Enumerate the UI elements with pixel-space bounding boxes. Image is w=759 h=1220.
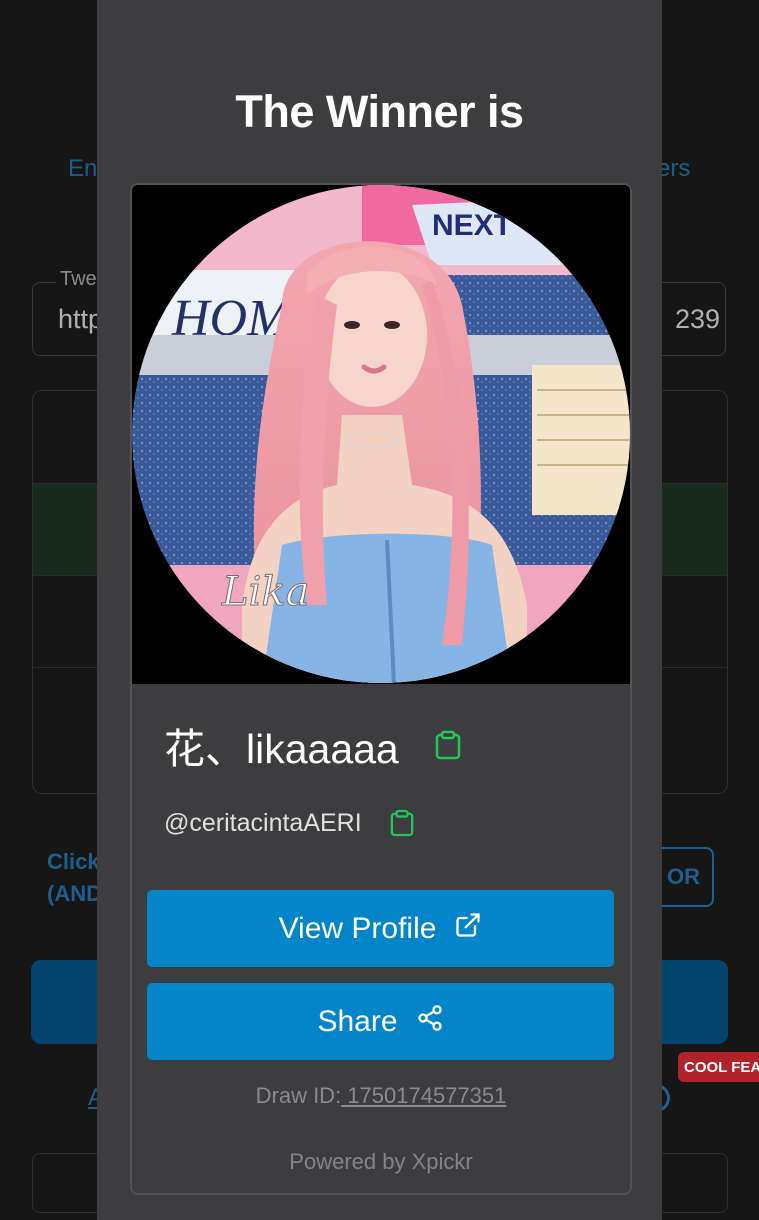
draw-id-link[interactable]: 1750174577351 — [341, 1083, 506, 1108]
share-label: Share — [317, 1004, 398, 1038]
cool-feature-badge: COOL FEA — [678, 1052, 759, 1082]
view-profile-label: View Profile — [278, 911, 437, 945]
winner-display-name: 花、likaaaaa — [164, 726, 399, 772]
share-button[interactable]: Share — [147, 983, 614, 1060]
background-click-text: Click (AND — [47, 846, 102, 910]
view-profile-button[interactable]: View Profile — [147, 890, 614, 967]
background-tab-left[interactable]: En — [68, 155, 97, 183]
draw-id-label: Draw ID: — [255, 1083, 342, 1108]
draw-id: Draw ID: 1750174577351 — [132, 1083, 630, 1109]
background-click-line2: (AND — [47, 881, 102, 906]
winner-handle-row: @ceritacintaAERI — [164, 803, 414, 843]
winner-name-row: 花、likaaaaa — [164, 715, 461, 775]
copy-name-icon[interactable] — [435, 730, 461, 760]
background-tab-right[interactable]: ers — [657, 155, 690, 183]
copy-handle-icon[interactable] — [390, 809, 414, 837]
or-label: OR — [667, 864, 700, 889]
photo-watermark: Lika — [221, 569, 309, 615]
modal-title: The Winner is — [235, 86, 524, 137]
winner-handle: @ceritacintaAERI — [164, 808, 362, 837]
tweet-url-label: Twe — [56, 268, 101, 291]
background-click-line1: Click — [47, 849, 100, 874]
powered-by[interactable]: Powered by Xpickr — [132, 1149, 630, 1175]
external-link-icon — [454, 911, 482, 947]
winner-modal: The Winner is NEXT HOM Lika 花、likaaaaa @… — [97, 0, 662, 1220]
share-icon — [416, 1004, 444, 1040]
tweet-url-value-end: 239 — [675, 304, 721, 334]
winner-avatar: NEXT HOM Lika — [132, 185, 630, 684]
winner-card: NEXT HOM Lika 花、likaaaaa @ceritacintaAER… — [130, 183, 632, 1195]
